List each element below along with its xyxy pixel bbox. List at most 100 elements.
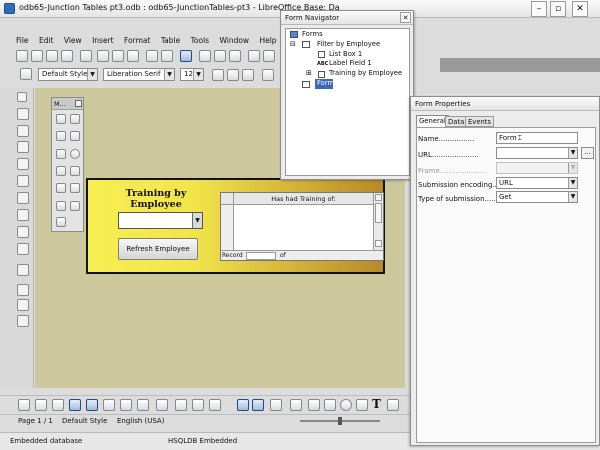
maximize-button[interactable]: ▫ [550, 1, 566, 17]
mini-date-icon[interactable] [56, 114, 66, 124]
close-button[interactable]: ✕ [572, 1, 588, 17]
mini-time-icon[interactable] [56, 131, 66, 141]
menu-window[interactable]: Window [219, 36, 249, 45]
mini-scroll-icon[interactable] [70, 201, 80, 211]
checkbox-icon[interactable] [17, 158, 29, 170]
cut-icon[interactable] [199, 50, 211, 62]
bottom-design-mode-icon[interactable] [35, 399, 47, 411]
grid-scroll-thumb[interactable] [375, 203, 382, 223]
text-tool-icon[interactable]: T [372, 397, 381, 411]
chevron-down-icon[interactable]: ▼ [87, 69, 97, 80]
save-icon[interactable] [46, 50, 58, 62]
status-style[interactable]: Default Style [62, 415, 107, 427]
spellcheck-icon[interactable] [146, 50, 158, 62]
bottom-guides-icon[interactable] [270, 399, 282, 411]
bottom-form-navigator-icon[interactable] [156, 399, 168, 411]
refresh-employee-button[interactable]: Refresh Employee [118, 238, 198, 260]
grid-vertical-scrollbar[interactable] [373, 193, 383, 250]
paste-icon[interactable] [229, 50, 241, 62]
chevron-down-icon[interactable]: ▼ [193, 69, 203, 80]
bottom-align-icon[interactable] [209, 399, 221, 411]
menu-insert[interactable]: Insert [92, 36, 114, 45]
mini-pattern-icon[interactable] [56, 149, 66, 159]
scroll-down-icon[interactable] [375, 240, 382, 247]
tab-data[interactable]: Data [445, 116, 468, 127]
formatted-field-icon[interactable] [17, 192, 29, 204]
pdf-icon[interactable] [97, 50, 109, 62]
bottom-position-icon[interactable] [192, 399, 204, 411]
chevron-down-icon[interactable]: ▼ [568, 148, 577, 158]
clone-icon[interactable] [248, 50, 260, 62]
tree-list-box-1[interactable]: List Box 1 [329, 50, 362, 58]
zoom-slider-thumb[interactable] [338, 417, 342, 425]
minimize-button[interactable]: – [531, 1, 547, 17]
menu-tools[interactable]: Tools [191, 36, 209, 45]
bottom-form-properties-icon[interactable] [86, 399, 98, 411]
list-box-icon[interactable] [17, 243, 29, 255]
bottom-anchor-icon[interactable] [175, 399, 187, 411]
expand-icon[interactable]: ⊞ [306, 69, 312, 77]
mini-hidden-icon[interactable] [56, 217, 66, 227]
prop-url-field[interactable]: ▼ [496, 147, 578, 159]
mini-file-icon[interactable] [56, 183, 66, 193]
tree-label-field-1[interactable]: Label Field 1 [329, 59, 372, 67]
freeform-icon[interactable] [356, 399, 368, 411]
line-icon[interactable] [308, 399, 320, 411]
font-size-combo[interactable]: 12 ▼ [180, 68, 204, 81]
styles-icon[interactable] [20, 68, 32, 80]
copy-icon[interactable] [214, 50, 226, 62]
employee-listbox[interactable]: ▼ [118, 212, 203, 229]
align-left-icon[interactable] [262, 69, 274, 81]
scroll-up-icon[interactable] [375, 194, 382, 201]
tree-training-by-employee[interactable]: Training by Employee [329, 69, 402, 77]
push-button-icon[interactable] [17, 209, 29, 221]
preview-icon[interactable] [127, 50, 139, 62]
open-icon[interactable] [31, 50, 43, 62]
training-grid[interactable]: Has had Training of: Record of [220, 192, 384, 261]
mini-spin-icon[interactable] [56, 201, 66, 211]
text-box-icon[interactable] [17, 175, 29, 187]
bottom-add-field-icon[interactable] [120, 399, 132, 411]
floating-toolbar-close-icon[interactable] [75, 100, 82, 107]
chevron-down-icon[interactable]: ▼ [164, 69, 174, 80]
bottom-focus-icon[interactable] [137, 399, 149, 411]
autospell-icon[interactable] [161, 50, 173, 62]
prop-submission-field[interactable]: Get ▼ [496, 191, 578, 203]
form-navigator-close-button[interactable]: ✕ [400, 12, 411, 23]
clock-icon[interactable] [70, 149, 80, 159]
edit-mode-icon[interactable] [80, 50, 92, 62]
chevron-down-icon[interactable]: ▼ [568, 192, 577, 202]
bold-icon[interactable] [212, 69, 224, 81]
menu-view[interactable]: View [64, 36, 82, 45]
abc-icon[interactable] [180, 50, 192, 62]
mini-table-icon[interactable] [56, 166, 66, 176]
paragraph-style-combo[interactable]: Default Style ▼ [38, 68, 98, 81]
chevron-down-icon[interactable]: ▼ [568, 178, 577, 188]
mini-image-icon[interactable] [70, 166, 80, 176]
bottom-wizard-icon[interactable] [52, 399, 64, 411]
ellipse-icon[interactable] [340, 399, 352, 411]
bottom-snap-icon[interactable] [252, 399, 264, 411]
tab-general[interactable]: General [416, 115, 449, 127]
email-icon[interactable] [61, 50, 73, 62]
prop-encoding-field[interactable]: URL ▼ [496, 177, 578, 189]
sidebar-extra-icon[interactable] [17, 315, 29, 327]
menu-edit[interactable]: Edit [39, 36, 54, 45]
menu-help[interactable]: Help [259, 36, 276, 45]
control-wizard-icon[interactable] [17, 125, 29, 137]
chevron-down-icon[interactable]: ▼ [192, 213, 202, 228]
tab-events[interactable]: Events [465, 116, 495, 127]
rectangle-icon[interactable] [324, 399, 336, 411]
menu-table[interactable]: Table [161, 36, 180, 45]
tree-form[interactable]: Form [317, 79, 334, 87]
bottom-control-properties-icon[interactable] [69, 399, 81, 411]
sidebar-more-icon[interactable] [17, 299, 29, 311]
status-page[interactable]: Page 1 / 1 [18, 415, 53, 427]
mini-nav-icon[interactable] [70, 183, 80, 193]
tree-forms[interactable]: Forms [302, 30, 323, 38]
option-button-icon[interactable] [17, 226, 29, 238]
print-icon[interactable] [112, 50, 124, 62]
menu-file[interactable]: File [16, 36, 29, 45]
new-icon[interactable] [16, 50, 28, 62]
undo-icon[interactable] [263, 50, 275, 62]
